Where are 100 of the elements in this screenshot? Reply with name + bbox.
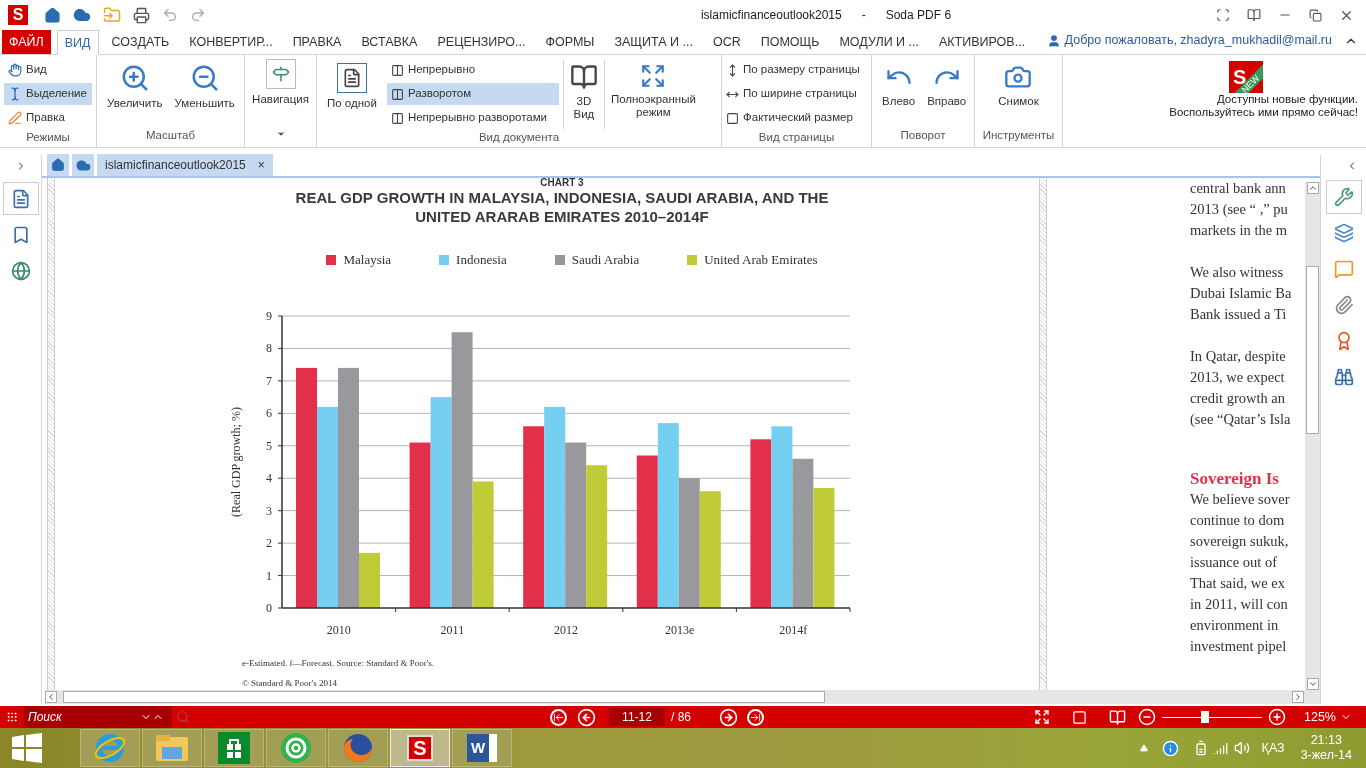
two-column-icon	[390, 63, 404, 77]
two-column-icon	[390, 111, 404, 125]
mode-button[interactable]: Правка	[4, 107, 92, 129]
menu-tab[interactable]: ЗАЩИТА И ...	[607, 30, 700, 54]
3d-view-button[interactable]: 3D Вид	[563, 59, 604, 121]
taskbar-app[interactable]: S	[390, 729, 450, 767]
document-app-logo: W	[467, 734, 497, 762]
zoom-slider[interactable]	[1162, 711, 1262, 723]
cloud-icon[interactable]	[73, 6, 91, 24]
zoom-out-button[interactable]: Уменьшить	[168, 59, 241, 110]
app-logo: S	[407, 735, 433, 761]
wrench-icon	[1333, 187, 1354, 207]
text-line: in 2011, will con	[1190, 595, 1289, 614]
fullscreen-icon[interactable]	[1216, 8, 1230, 22]
page-number-field[interactable]: 11-12	[609, 708, 665, 726]
text-line: continue to dom	[1190, 511, 1286, 530]
taskbar-app[interactable]: W	[452, 729, 512, 767]
layout-button[interactable]: Непрерывно	[386, 59, 559, 81]
scroll-right-button[interactable]	[1292, 691, 1304, 703]
zoom-level-dropdown[interactable]: 125%	[1304, 707, 1336, 727]
account-link[interactable]: Добро пожаловать, zhadyra_mukhadil@mail.ru	[1064, 31, 1332, 50]
zoom-in-icon[interactable]	[1268, 708, 1286, 726]
layout-button[interactable]: Разворотом	[386, 83, 559, 105]
volume-icon[interactable]	[1233, 740, 1250, 756]
menu-tab[interactable]: ВСТАВКА	[354, 30, 425, 54]
previous-page-icon[interactable]	[577, 707, 596, 727]
document-tab[interactable]: islamicfinanceoutlook2015 ×	[97, 154, 273, 176]
group-label: Инструменты	[982, 127, 1055, 143]
last-page-icon[interactable]	[747, 708, 764, 726]
taskbar-app[interactable]	[266, 729, 326, 767]
scroll-left-button[interactable]	[45, 691, 57, 703]
redo-icon[interactable]	[190, 7, 206, 23]
menu-tab[interactable]: СОЗДАТЬ	[104, 30, 177, 54]
menu-tab[interactable]: ФОРМЫ	[538, 30, 602, 54]
rotate-right-button[interactable]: Вправо	[921, 59, 973, 108]
start-icon[interactable]	[10, 731, 44, 765]
mode-button[interactable]: Вид	[4, 59, 92, 81]
zoom-in-button[interactable]: Увеличить	[101, 59, 169, 110]
cloud-tab[interactable]	[72, 154, 94, 176]
undo-icon[interactable]	[162, 7, 178, 23]
promo-text: Воспользуйтесь ими прямо сейчас!	[1169, 106, 1358, 119]
close-tab-button[interactable]: ×	[257, 156, 265, 174]
horizontal-scrollbar[interactable]	[45, 690, 1320, 704]
page-fit-button[interactable]: По размеру страницы	[726, 59, 860, 81]
snapshot-button[interactable]: Снимок	[992, 59, 1045, 108]
menu-tab[interactable]: РЕЦЕНЗИРО...	[430, 30, 533, 54]
mode-button[interactable]: Выделение	[4, 83, 92, 105]
home-icon	[51, 158, 65, 172]
fullscreen-button[interactable]: Полноэкранный режим	[604, 59, 702, 119]
menu-tab[interactable]: ФАЙЛ	[2, 30, 51, 54]
menu-tab[interactable]: КОНВЕРТИР...	[182, 30, 280, 54]
next-page-icon[interactable]	[719, 707, 738, 727]
menu-tab[interactable]: АКТИВИРОВ...	[932, 30, 1033, 54]
show-hidden-icons[interactable]	[1139, 744, 1148, 752]
print-icon[interactable]	[133, 6, 150, 24]
text-line: central bank ann	[1190, 179, 1287, 198]
two-column-icon	[390, 87, 404, 101]
taskbar-app[interactable]	[204, 729, 264, 767]
vertical-scrollbar[interactable]	[1305, 182, 1320, 690]
fullscreen-icon[interactable]	[1034, 709, 1050, 725]
home-icon[interactable]	[44, 6, 61, 24]
signal-icon[interactable]	[1212, 740, 1228, 756]
zoom-out-icon[interactable]	[1138, 708, 1156, 726]
taskbar-app[interactable]	[328, 729, 388, 767]
page-fit-button[interactable]: Фактический размер	[726, 107, 860, 129]
scrollbar-thumb[interactable]	[63, 691, 825, 703]
menu-tab[interactable]: МОДУЛИ И ...	[832, 30, 926, 54]
first-page-icon[interactable]	[550, 708, 567, 726]
actual-size-icon[interactable]	[1072, 709, 1087, 725]
info-icon[interactable]	[1161, 739, 1179, 757]
legend-label: Saudi Arabia	[571, 251, 640, 269]
menu-tab[interactable]: ПОМОЩЬ	[753, 30, 827, 54]
menu-tab[interactable]: OCR	[705, 30, 748, 54]
tick-label: 9	[266, 308, 272, 323]
rotate-left-button[interactable]: Влево	[876, 59, 922, 108]
single-page-button[interactable]: По одной	[321, 59, 383, 110]
folder-icon[interactable]	[103, 6, 121, 24]
page-fit-button[interactable]: По ширине страницы	[726, 83, 860, 105]
navigation-button[interactable]: Навигация	[246, 55, 315, 106]
layout-button[interactable]: Непрерывно разворотами	[386, 107, 559, 129]
scroll-up-button[interactable]	[1306, 182, 1319, 194]
side-panel-tab[interactable]	[1325, 180, 1362, 214]
scrollbar-thumb[interactable]	[1306, 266, 1319, 434]
tick-label: 2010	[326, 622, 351, 637]
search-field[interactable]: Поиск	[24, 706, 140, 728]
reading-mode-icon[interactable]	[1247, 8, 1261, 22]
title-separator: -	[861, 7, 866, 24]
dropdown-icon[interactable]	[275, 129, 286, 139]
scroll-down-button[interactable]	[1306, 678, 1319, 690]
restore-icon[interactable]	[1309, 8, 1322, 22]
text-line: Dubai Islamic Ba	[1190, 284, 1293, 303]
layers-icon	[1333, 223, 1354, 243]
menu-tab[interactable]: ПРАВКА	[285, 30, 349, 54]
fox-globe-icon	[341, 731, 375, 765]
document-tab-label[interactable]: islamicfinanceoutlook2015	[105, 156, 246, 174]
side-panel-tab[interactable]	[2, 182, 39, 215]
home-tab[interactable]	[47, 154, 69, 176]
pen-icon	[8, 111, 22, 125]
menu-tab[interactable]: ВИД	[56, 30, 99, 55]
two-page-icon[interactable]	[1109, 708, 1126, 726]
